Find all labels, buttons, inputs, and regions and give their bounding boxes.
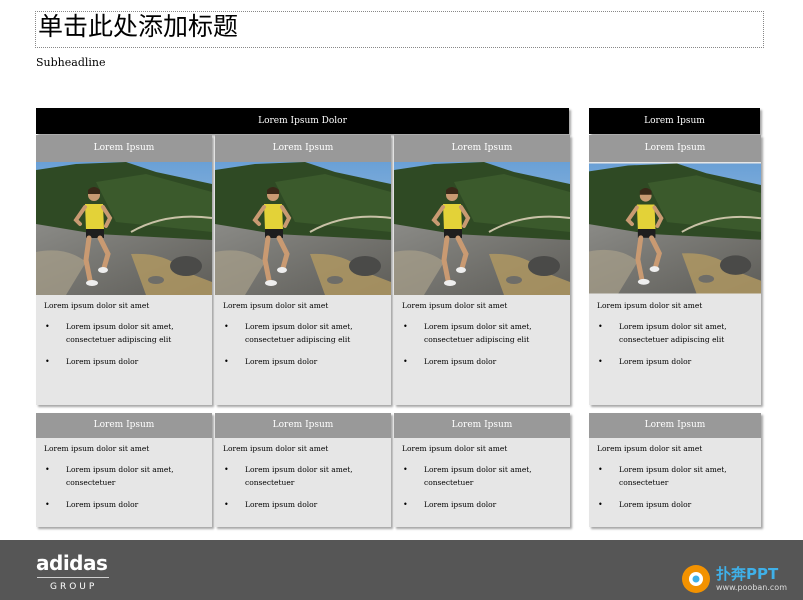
footer-bar: adidas GROUP 扑奔PPT www.pooban.com xyxy=(0,540,803,600)
card-bullet: Lorem ipsum dolor xyxy=(45,498,204,511)
card-bullet: Lorem ipsum dolor sit amet, consectetuer… xyxy=(598,320,753,346)
runner-photo xyxy=(36,162,212,295)
card-bullet: Lorem ipsum dolor xyxy=(45,355,204,368)
logo-divider xyxy=(37,577,109,578)
watermark-brand: 扑奔PPT xyxy=(716,565,779,583)
card-lead-text: Lorem ipsum dolor sit amet xyxy=(223,444,329,453)
card-bullet: Lorem ipsum dolor sit amet, consectetuer xyxy=(224,463,383,489)
card-lead-text: Lorem ipsum dolor sit amet xyxy=(223,301,329,310)
pooban-logo-icon xyxy=(682,565,710,593)
card-header: Lorem Ipsum xyxy=(394,135,570,162)
card-lead-text: Lorem ipsum dolor sit amet xyxy=(44,301,150,310)
runner-photo xyxy=(589,162,761,295)
watermark-url: www.pooban.com xyxy=(716,583,787,592)
card-bullet: Lorem ipsum dolor xyxy=(224,498,383,511)
card-lead-text: Lorem ipsum dolor sit amet xyxy=(44,444,150,453)
product-card: Lorem Ipsum Lorem ipsum dolor sit amet L… xyxy=(589,135,761,405)
pooban-watermark: 扑奔PPT www.pooban.com xyxy=(680,563,787,599)
slide-subheadline: Subheadline xyxy=(36,56,106,69)
card-bullet: Lorem ipsum dolor sit amet, consectetuer… xyxy=(45,320,204,346)
adidas-logo: adidas GROUP xyxy=(36,552,109,593)
logo-wordmark: adidas xyxy=(36,551,108,575)
card-header: Lorem Ipsum xyxy=(36,413,212,438)
product-card: Lorem Ipsum Lorem ipsum dolor sit amet L… xyxy=(394,135,570,405)
card-header: Lorem Ipsum xyxy=(36,135,212,162)
card-bullet: Lorem ipsum dolor xyxy=(403,498,562,511)
card-header: Lorem Ipsum xyxy=(589,135,761,162)
card-lead-text: Lorem ipsum dolor sit amet xyxy=(597,301,703,310)
card-header: Lorem Ipsum xyxy=(215,135,391,162)
product-card: Lorem Ipsum Lorem ipsum dolor sit amet L… xyxy=(215,135,391,405)
group-header-left: Lorem Ipsum Dolor xyxy=(36,108,569,134)
text-card: Lorem Ipsum Lorem ipsum dolor sit amet L… xyxy=(36,413,212,527)
slide-title[interactable]: 单击此处添加标题 xyxy=(35,11,764,48)
card-bullet: Lorem ipsum dolor xyxy=(224,355,383,368)
runner-photo xyxy=(394,162,570,295)
card-bullet: Lorem ipsum dolor sit amet, consectetuer… xyxy=(224,320,383,346)
card-lead-text: Lorem ipsum dolor sit amet xyxy=(402,301,508,310)
card-bullet: Lorem ipsum dolor xyxy=(598,355,753,368)
card-header: Lorem Ipsum xyxy=(215,413,391,438)
logo-group-text: GROUP xyxy=(50,582,98,592)
text-card: Lorem Ipsum Lorem ipsum dolor sit amet L… xyxy=(394,413,570,527)
text-card: Lorem Ipsum Lorem ipsum dolor sit amet L… xyxy=(589,413,761,527)
text-card: Lorem Ipsum Lorem ipsum dolor sit amet L… xyxy=(215,413,391,527)
card-bullet: Lorem ipsum dolor sit amet, consectetuer xyxy=(45,463,204,489)
group-header-right: Lorem Ipsum xyxy=(589,108,760,134)
product-card: Lorem Ipsum Lorem ipsum dolor sit amet L… xyxy=(36,135,212,405)
runner-photo xyxy=(215,162,391,295)
card-bullet: Lorem ipsum dolor xyxy=(598,498,753,511)
card-lead-text: Lorem ipsum dolor sit amet xyxy=(597,444,703,453)
card-lead-text: Lorem ipsum dolor sit amet xyxy=(402,444,508,453)
card-bullet: Lorem ipsum dolor sit amet, consectetuer… xyxy=(403,320,562,346)
card-bullet: Lorem ipsum dolor xyxy=(403,355,562,368)
card-header: Lorem Ipsum xyxy=(394,413,570,438)
card-bullet: Lorem ipsum dolor sit amet, consectetuer xyxy=(403,463,562,489)
card-header: Lorem Ipsum xyxy=(589,413,761,438)
card-bullet: Lorem ipsum dolor sit amet, consectetuer xyxy=(598,463,753,489)
